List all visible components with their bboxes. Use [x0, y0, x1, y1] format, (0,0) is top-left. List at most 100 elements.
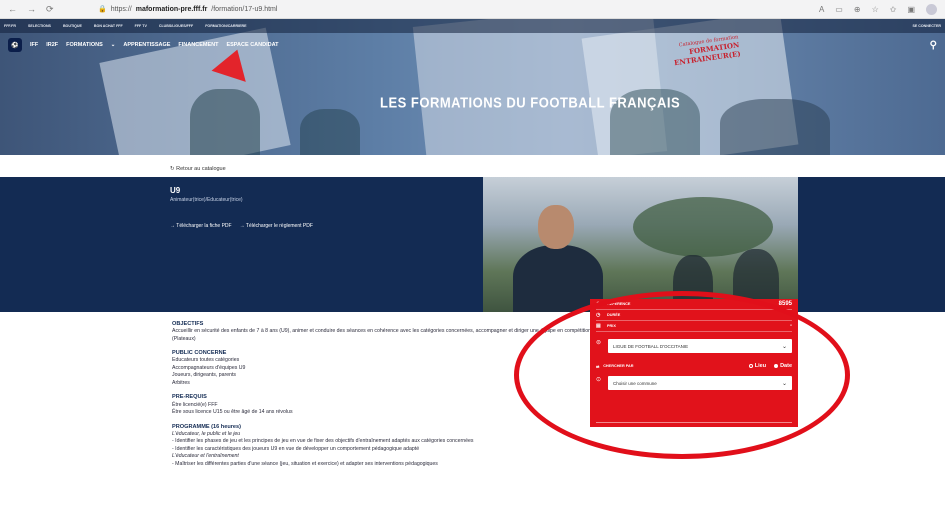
program-item: - Identifier les phases de jeu et les pr…	[172, 438, 474, 445]
price-icon: ▤	[596, 323, 601, 329]
objectives-title: OBJECTIFS	[172, 321, 204, 327]
commune-placeholder: Choisir une commune	[613, 380, 657, 386]
main-nav: ⚽ IFF IR2F FORMATIONS ⌄ APPRENTISSAGE FI…	[0, 34, 945, 56]
program-title: PROGRAMME (16 heures)	[172, 423, 242, 430]
hero-figure	[720, 99, 830, 155]
reference-value: 8595	[778, 301, 792, 307]
topbar-link[interactable]: BON ACHAT FFF	[94, 24, 123, 28]
url-host: maformation-pre.fff.fr	[135, 5, 208, 13]
topbar-link[interactable]: CLUBS/LIGUES/FFF	[159, 24, 193, 28]
objectives-text: Accueillir en sécurité des enfants de 7 …	[172, 328, 591, 342]
course-role: Animateur(trice)/Educateur(trice)	[170, 197, 243, 203]
prereq-item: Être sous licence U15 ou être âgé de 14 …	[172, 409, 293, 416]
chevron-down-icon: ⌄	[781, 380, 787, 387]
topbar-link[interactable]: SELECTIONS	[28, 24, 51, 28]
panel-divider	[596, 422, 792, 423]
swap-icon: ⇄	[596, 364, 600, 369]
league-select-value: LIGUE DE FOOTBALL D'OCCITANIE	[613, 343, 689, 349]
reference-row: ⊘ RÉFÉRENCE 8595	[596, 299, 792, 310]
price-value: -	[790, 323, 792, 329]
favorite-icon[interactable]: ☆	[872, 5, 879, 14]
back-arrow-icon[interactable]: ←	[8, 4, 17, 15]
public-item: Educateurs toutes catégories	[172, 357, 240, 364]
fff-logo-icon[interactable]: ⚽	[8, 38, 22, 52]
hero-figure	[190, 89, 260, 155]
nav-item-espace-candidat[interactable]: ESPACE CANDIDAT	[226, 42, 278, 48]
course-photo	[483, 177, 798, 312]
reload-icon[interactable]: ⟳	[46, 4, 54, 15]
zoom-icon[interactable]: ⊕	[854, 5, 861, 14]
hero-banner: Catalogue de formation FORMATION ENTRAIN…	[0, 19, 945, 155]
pin-icon: ⊙	[596, 377, 602, 383]
top-links-bar: FFF.FR SELECTIONS BOUTIQUE BON ACHAT FFF…	[0, 19, 945, 33]
lock-icon: 🔒	[98, 6, 107, 13]
course-code: U9	[170, 186, 181, 195]
download-rules-link[interactable]: → Télécharger le règlement PDF	[240, 223, 313, 229]
back-arrow-icon: ↻	[170, 166, 175, 172]
course-description: OBJECTIFS Accueillir en sécurité des enf…	[172, 320, 592, 468]
nav-item-formations[interactable]: FORMATIONS	[66, 42, 103, 48]
search-by-label: CHERCHER PAR	[603, 364, 634, 368]
duration-row: ◷ DURÉE -	[596, 310, 792, 321]
public-item: Joueurs, dirigeants, parents	[172, 372, 237, 379]
search-icon[interactable]: ⚲	[930, 40, 937, 51]
league-select[interactable]: LIGUE DE FOOTBALL D'OCCITANIE ⌄	[608, 339, 792, 353]
public-item: Accompagnateurs d'équipes U9	[172, 364, 246, 371]
radio-icon	[748, 363, 753, 368]
hero-figure	[300, 109, 360, 155]
reference-label: RÉFÉRENCE	[607, 302, 631, 306]
photo-person-head	[538, 205, 574, 249]
duration-value: -	[790, 312, 792, 318]
program-item: - Identifier les caractéristiques des jo…	[172, 445, 420, 452]
back-link-label: Retour au catalogue	[176, 166, 226, 172]
split-screen-icon[interactable]: ▭	[835, 5, 843, 14]
nav-item-iff[interactable]: IFF	[30, 42, 38, 48]
nav-item-ir2f[interactable]: IR2F	[46, 42, 58, 48]
session-panel: ⊘ RÉFÉRENCE 8595 ◷ DURÉE - ▤ PRIX - ⊜ LI…	[590, 299, 798, 427]
course-header: U9 Animateur(trice)/Educateur(trice) → T…	[0, 177, 945, 312]
topbar-link[interactable]: BOUTIQUE	[63, 24, 82, 28]
program-subtitle: L'éducateur et l'entraînement	[172, 453, 239, 460]
location-icon: ⊜	[596, 340, 602, 346]
topbar-link[interactable]: FFF TV	[135, 24, 147, 28]
prereq-item: Être licencié(e) FFF	[172, 401, 218, 408]
collections-icon[interactable]: ▣	[907, 5, 915, 14]
back-to-catalog-link[interactable]: ↻ Retour au catalogue	[170, 166, 226, 172]
chevron-down-icon: ⌄	[110, 42, 116, 48]
program-subtitle: L'éducateur, le public et le jeu	[172, 430, 241, 437]
radio-selected-icon	[774, 363, 779, 368]
duration-label: DURÉE	[607, 313, 621, 317]
course-info: U9 Animateur(trice)/Educateur(trice)	[170, 186, 243, 203]
url-path: /formation/17-u9.html	[211, 5, 278, 13]
read-aloud-icon[interactable]: A	[819, 5, 824, 14]
browser-tools: A ▭ ⊕ ☆ ✩ ▣	[819, 3, 937, 15]
hero-title: LES FORMATIONS DU FOOTBALL FRANÇAIS	[380, 93, 681, 112]
browser-toolbar: ← → ⟳ 🔒 https://maformation-pre.fff.fr/f…	[0, 0, 945, 19]
url-prefix: https://	[110, 5, 132, 13]
address-bar[interactable]: 🔒 https://maformation-pre.fff.fr/formati…	[98, 5, 278, 14]
clock-icon: ◷	[596, 312, 601, 318]
topbar-link[interactable]: FFF.FR	[4, 24, 16, 28]
profile-avatar-icon[interactable]	[926, 3, 937, 15]
nav-item-apprentissage[interactable]: APPRENTISSAGE	[123, 42, 170, 48]
login-link[interactable]: SE CONNECTER	[912, 24, 941, 28]
topbar-link[interactable]: FORMATION/CARRIERE	[205, 24, 246, 28]
forward-arrow-icon[interactable]: →	[27, 4, 36, 15]
prereq-title: PRE-REQUIS	[172, 394, 207, 401]
download-sheet-link[interactable]: → Télécharger la fiche PDF	[170, 223, 232, 229]
download-links: → Télécharger la fiche PDF → Télécharger…	[170, 223, 313, 229]
public-item: Arbitres	[172, 379, 190, 386]
chevron-down-icon: ⌄	[781, 343, 787, 350]
commune-select-row: ⊙ Choisir une commune ⌄	[596, 369, 792, 390]
commune-select[interactable]: Choisir une commune ⌄	[608, 376, 792, 390]
price-row: ▤ PRIX -	[596, 321, 792, 332]
photo-trees	[633, 197, 773, 257]
browser-nav: ← → ⟳	[8, 4, 78, 15]
favorites-list-icon[interactable]: ✩	[890, 5, 897, 14]
public-title: PUBLIC CONCERNE	[172, 350, 227, 357]
tag-icon: ⊘	[596, 301, 601, 307]
league-select-row: ⊜ LIGUE DE FOOTBALL D'OCCITANIE ⌄	[596, 332, 792, 353]
program-item: - Maîtriser les différentes parties d'un…	[172, 460, 438, 467]
price-label: PRIX	[607, 324, 616, 328]
nav-item-financement[interactable]: FINANCEMENT	[178, 42, 218, 48]
